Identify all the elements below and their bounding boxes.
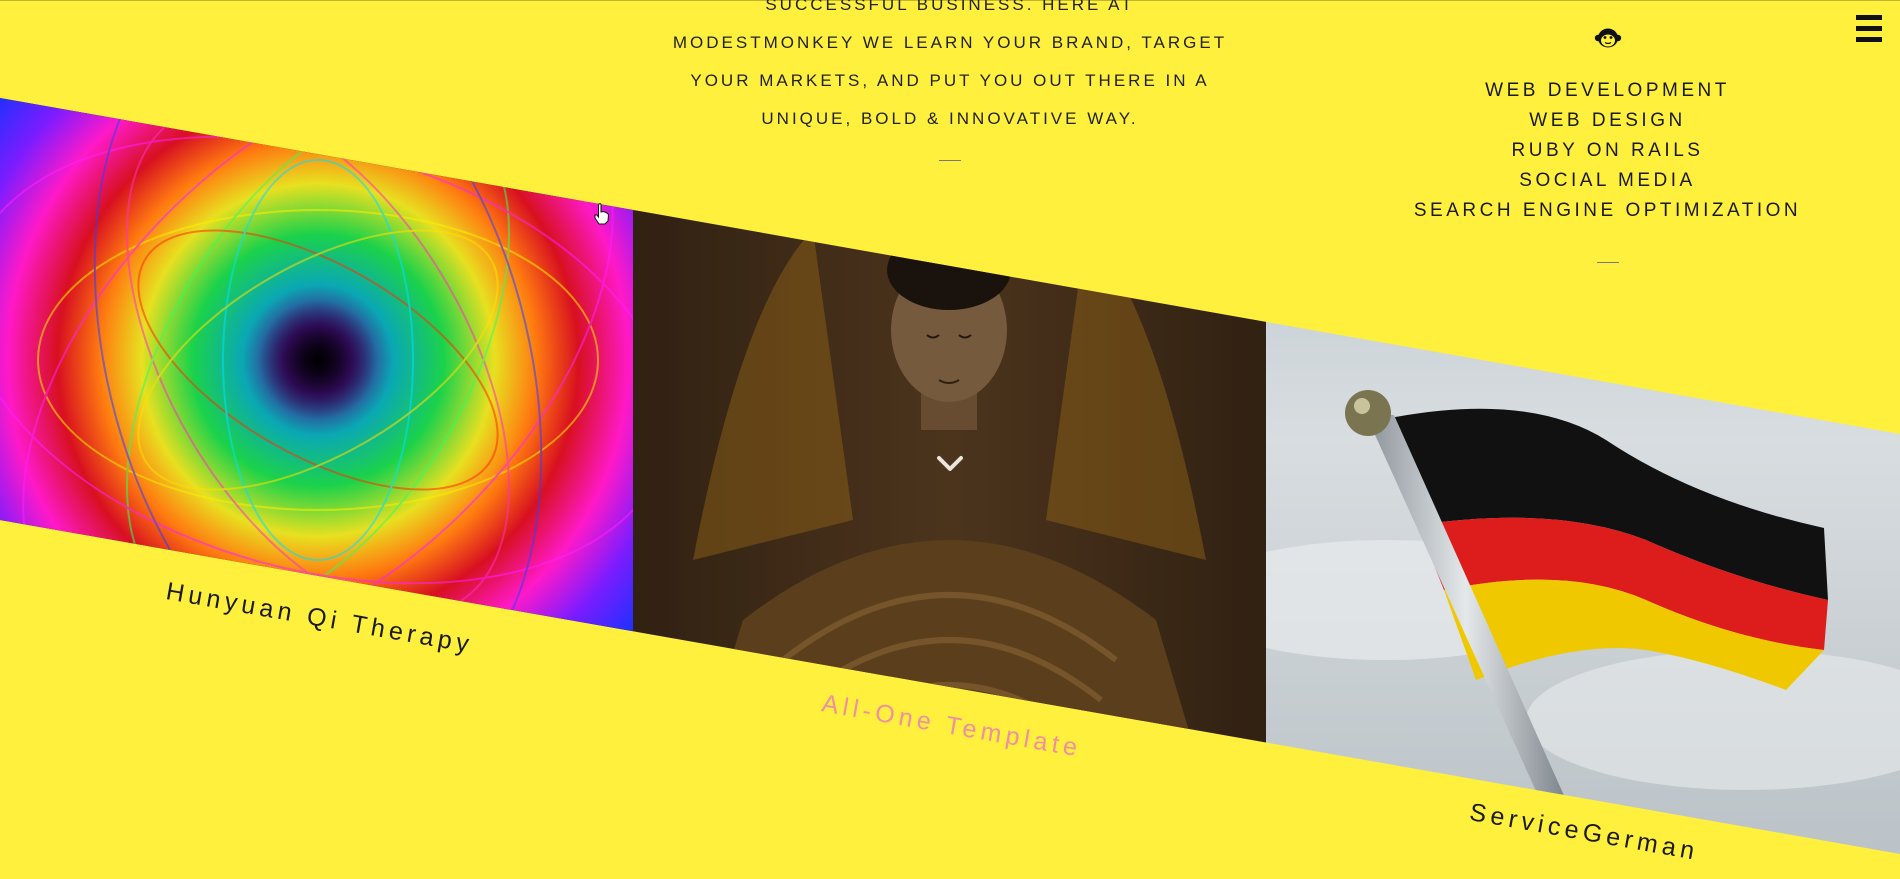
intro-line-3: UNIQUE, BOLD & INNOVATIVE WAY. — [761, 109, 1139, 128]
service-social-media[interactable]: SOCIAL MEDIA — [1380, 166, 1835, 196]
services-divider — [1596, 262, 1619, 263]
services-list: WEB DEVELOPMENT WEB DESIGN RUBY ON RAILS… — [1380, 76, 1835, 226]
chevron-down-icon[interactable] — [935, 452, 965, 476]
service-seo[interactable]: SEARCH ENGINE OPTIMIZATION — [1380, 196, 1835, 226]
intro-text: SUCCESSFUL BUSINESS. HERE AT MODESTMONKE… — [640, 0, 1260, 166]
services-section: WEB DEVELOPMENT WEB DESIGN RUBY ON RAILS… — [1380, 26, 1835, 268]
hand-cursor-icon — [594, 203, 610, 225]
intro-line-2: YOUR MARKETS, AND PUT YOU OUT THERE IN A — [690, 71, 1210, 90]
service-web-development[interactable]: WEB DEVELOPMENT — [1380, 76, 1835, 106]
service-ruby-on-rails[interactable]: RUBY ON RAILS — [1380, 136, 1835, 166]
rainbow-mandala-image[interactable] — [0, 98, 633, 854]
hamburger-menu-icon[interactable] — [1856, 15, 1882, 42]
monkey-icon — [1594, 28, 1621, 48]
service-web-design[interactable]: WEB DESIGN — [1380, 106, 1835, 136]
intro-line-1: MODESTMONKEY WE LEARN YOUR BRAND, TARGET — [672, 33, 1228, 52]
intro-divider — [939, 160, 961, 161]
intro-clipped-line: SUCCESSFUL BUSINESS. HERE AT — [765, 0, 1135, 14]
